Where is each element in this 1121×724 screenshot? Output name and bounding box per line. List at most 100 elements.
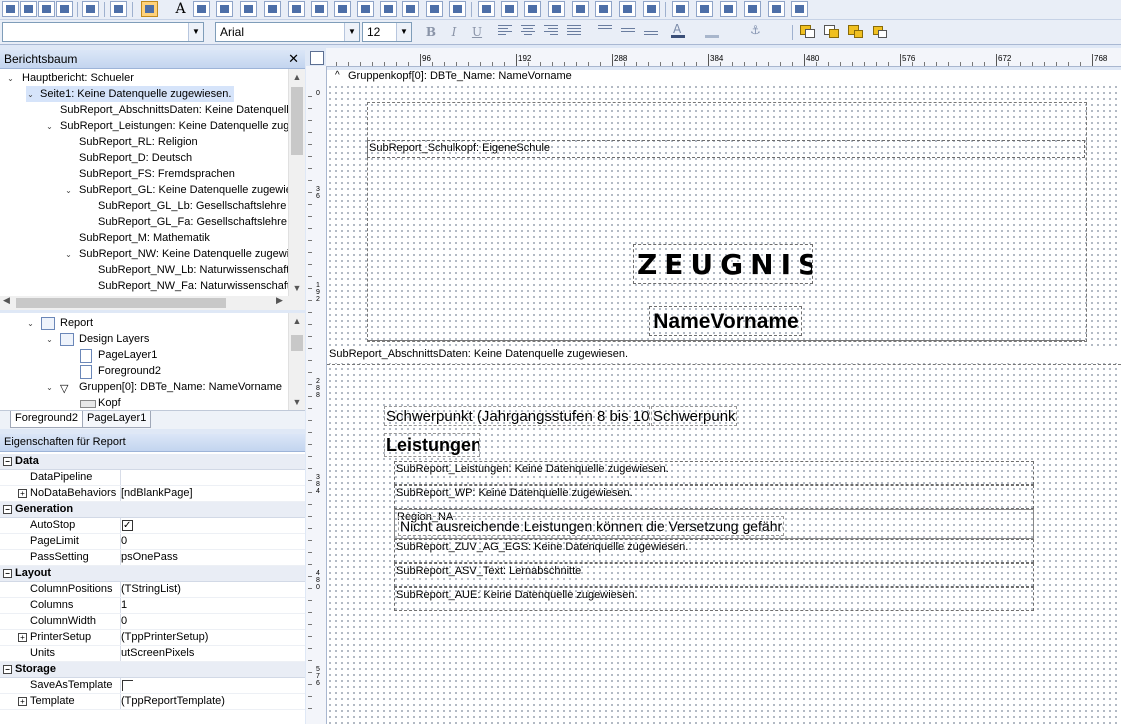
property-row[interactable]: DataPipeline — [0, 470, 305, 486]
italic-button[interactable]: I — [445, 24, 463, 40]
scroll-down-icon[interactable]: ▼ — [289, 394, 305, 410]
tree-item[interactable]: SubReport_GL_Lb: Gesellschaftslehre — [98, 198, 286, 214]
tree-item[interactable]: ⌄ SubReport_GL: Keine Datenquelle zugewie… — [64, 182, 297, 198]
layer-tree-scrollbar[interactable]: ▲ ▼ — [288, 313, 305, 410]
anchor-icon[interactable]: ⚓ — [746, 23, 764, 39]
barcode-icon[interactable] — [264, 1, 281, 17]
checkbox-icon[interactable] — [380, 1, 397, 17]
report-tree-hscrollbar[interactable]: ◀ ▶ — [0, 296, 305, 310]
tree-item[interactable]: SubReport_NW_Fa: Naturwissenschaft — [98, 278, 290, 294]
property-row[interactable]: + Template (TppReportTemplate) — [0, 694, 305, 710]
name-field[interactable]: NameVorname — [649, 306, 802, 336]
variable-icon[interactable] — [240, 1, 257, 17]
align-left-icon[interactable] — [498, 25, 512, 37]
tree-item[interactable]: Foreground2 — [80, 363, 161, 379]
property-value[interactable]: (TppReportTemplate) — [121, 694, 225, 709]
border-icon[interactable] — [772, 23, 790, 39]
title-label[interactable]: ZEUGNIS — [633, 244, 813, 284]
scroll-thumb[interactable] — [291, 87, 303, 155]
region-na[interactable]: Region_NA Nicht ausreichende Leistungen … — [394, 509, 1034, 539]
category-generation[interactable]: − Generation — [0, 502, 305, 518]
chevron-up-icon[interactable]: ^ — [335, 69, 340, 82]
scroll-up-icon[interactable]: ▲ — [289, 69, 305, 85]
dbbarcode-icon[interactable] — [595, 1, 612, 17]
underline-button[interactable]: U — [468, 24, 486, 40]
scroll-thumb[interactable] — [16, 298, 226, 308]
send-backward-icon[interactable] — [870, 23, 888, 39]
tablegrid-icon[interactable] — [744, 1, 761, 17]
collapse-icon[interactable]: ⌄ — [64, 250, 73, 259]
chevron-down-icon[interactable]: ▼ — [344, 23, 359, 41]
property-row[interactable]: + PrinterSetup (TppPrinterSetup) — [0, 630, 305, 646]
highlight-color-icon[interactable] — [704, 23, 722, 39]
scroll-up-icon[interactable]: ▲ — [289, 313, 305, 329]
scroll-thumb[interactable] — [291, 335, 303, 351]
property-value[interactable]: [ndBlankPage] — [121, 486, 193, 501]
paintbrush-icon[interactable] — [768, 1, 785, 17]
property-value[interactable]: 1 — [121, 598, 127, 613]
dbcalc-icon[interactable] — [548, 1, 565, 17]
memo-icon[interactable] — [193, 1, 210, 17]
collapse-icon[interactable]: ⌄ — [26, 319, 35, 328]
dbmemo-icon[interactable] — [501, 1, 518, 17]
schwerpunkt-field[interactable]: Schwerpunkt — [651, 406, 737, 426]
category-storage[interactable]: − Storage — [0, 662, 305, 678]
select-arrow-icon[interactable] — [141, 1, 158, 17]
dbrichtext-icon[interactable] — [524, 1, 541, 17]
scroll-left-icon[interactable]: ◀ — [3, 296, 10, 306]
saveastemplate-checkbox[interactable] — [122, 680, 133, 691]
label-tool-icon[interactable]: A — [172, 1, 189, 17]
tree-item[interactable]: SubReport_GL_Fa: Gesellschaftslehre — [98, 214, 287, 230]
chart-icon[interactable] — [357, 1, 374, 17]
property-value[interactable]: psOnePass — [121, 550, 178, 565]
property-row[interactable]: PassSetting psOnePass — [0, 550, 305, 566]
table-icon[interactable] — [2, 1, 19, 17]
send-to-back-icon[interactable] — [822, 23, 840, 39]
subreport-schulkopf[interactable]: SubReport_Schulkopf: EigeneSchule — [367, 140, 1085, 158]
dbchart-icon[interactable] — [619, 1, 636, 17]
tree-item[interactable]: SubReport_NW_Lb: Naturwissenschaft — [98, 262, 289, 278]
align-right-icon[interactable] — [544, 25, 558, 37]
expand-icon[interactable]: + — [18, 633, 27, 642]
bold-button[interactable]: B — [422, 24, 440, 40]
tree-item[interactable]: ⌄ SubReport_Leistungen: Keine Datenquelle… — [45, 118, 295, 134]
tree-item[interactable]: SubReport_RL: Religion — [79, 134, 198, 150]
subreport-leistungen[interactable]: SubReport_Leistungen: Keine Datenquelle … — [394, 461, 1034, 485]
chevron-down-icon[interactable]: ▼ — [188, 23, 203, 41]
tree-item[interactable]: ⌄ Design Layers — [45, 331, 149, 347]
font-size-select[interactable]: 12 ▼ — [362, 22, 412, 42]
property-row[interactable]: ColumnPositions (TStringList) — [0, 582, 305, 598]
ruler-corner-icon[interactable] — [310, 51, 324, 65]
dbtext-icon[interactable] — [478, 1, 495, 17]
grid-lines-icon[interactable] — [791, 1, 808, 17]
bring-to-front-icon[interactable] — [798, 23, 816, 39]
align-center-icon[interactable] — [521, 25, 535, 37]
tab-pagelayer1[interactable]: PageLayer1 — [82, 411, 152, 428]
richtext-icon[interactable] — [216, 1, 233, 17]
property-value[interactable]: 0 — [121, 614, 127, 629]
tree-item[interactable]: SubReport_FS: Fremdsprachen — [79, 166, 235, 182]
collapse-icon[interactable]: ⌄ — [45, 335, 54, 344]
tools-icon[interactable] — [38, 1, 55, 17]
category-layout[interactable]: − Layout — [0, 566, 305, 582]
subreport-wp[interactable]: SubReport_WP: Keine Datenquelle zugewies… — [394, 485, 1034, 509]
subreport-zuv-ag-egs[interactable]: SubReport_ZUV_AG_EGS: Keine Datenquelle … — [394, 539, 1034, 563]
collapse-icon[interactable]: ⌄ — [26, 90, 35, 99]
property-value[interactable]: utScreenPixels — [121, 646, 194, 661]
collapse-icon[interactable]: − — [3, 569, 12, 578]
category-data[interactable]: − Data — [0, 454, 305, 470]
property-row[interactable]: Columns 1 — [0, 598, 305, 614]
property-row[interactable]: AutoStop ✓ — [0, 518, 305, 534]
resize-icon[interactable] — [56, 1, 73, 17]
line-icon[interactable] — [334, 1, 351, 17]
tab-foreground2[interactable]: Foreground2 — [10, 411, 83, 428]
tree-item-selected[interactable]: ⌄ Seite1: Keine Datenquelle zugewiesen. — [26, 86, 235, 102]
leistungen-heading[interactable]: Leistungen — [384, 433, 480, 457]
property-value[interactable]: (TStringList) — [121, 582, 181, 597]
collapse-icon[interactable]: ⌄ — [64, 186, 73, 195]
autostop-checkbox[interactable]: ✓ — [122, 520, 133, 531]
tree-item[interactable]: Kopf — [80, 395, 121, 410]
chevron-down-icon[interactable]: ▼ — [396, 23, 411, 41]
property-row[interactable]: Units utScreenPixels — [0, 646, 305, 662]
property-row[interactable]: PageLimit 0 — [0, 534, 305, 550]
